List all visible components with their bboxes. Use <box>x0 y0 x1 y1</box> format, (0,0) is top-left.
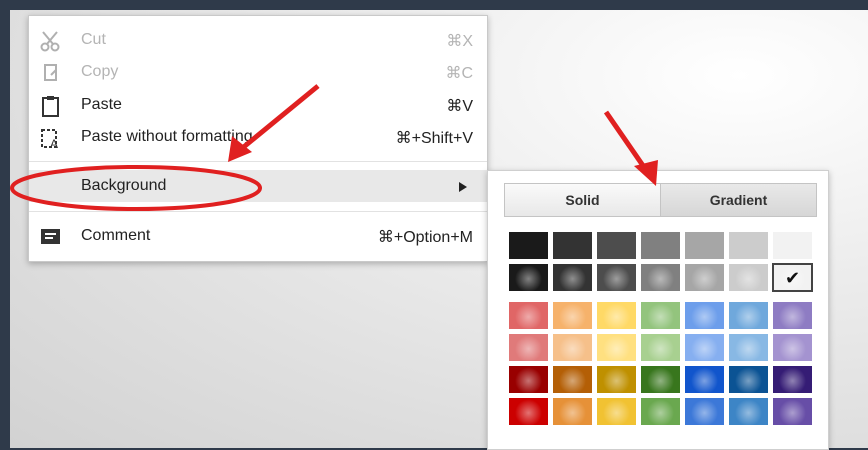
gray-swatch[interactable] <box>684 263 725 292</box>
gray-swatch[interactable] <box>684 231 725 260</box>
tab-solid[interactable]: Solid <box>504 183 661 217</box>
menu-item-cut[interactable]: Cut ⌘X <box>29 24 487 56</box>
color-swatch[interactable] <box>772 333 813 362</box>
color-swatch[interactable] <box>552 397 593 426</box>
color-swatch[interactable] <box>596 365 637 394</box>
color-swatch[interactable] <box>596 397 637 426</box>
menu-item-paste-without-formatting[interactable]: A Paste without formatting ⌘+Shift+V <box>29 121 487 153</box>
menu-divider <box>29 161 487 162</box>
tab-gradient[interactable]: Gradient <box>660 183 817 217</box>
paste-icon <box>39 95 63 117</box>
color-swatch[interactable] <box>772 301 813 330</box>
gray-swatch[interactable] <box>640 263 681 292</box>
gray-swatch[interactable] <box>552 231 593 260</box>
gray-swatch[interactable] <box>640 231 681 260</box>
scissors-icon <box>39 30 63 52</box>
color-swatch[interactable] <box>552 365 593 394</box>
color-swatch[interactable] <box>772 365 813 394</box>
gray-swatch[interactable] <box>596 263 637 292</box>
fill-type-tabs: Solid Gradient <box>504 183 818 217</box>
color-swatch[interactable] <box>728 365 769 394</box>
color-swatch[interactable] <box>640 365 681 394</box>
gray-swatch[interactable] <box>728 263 769 292</box>
color-swatch[interactable] <box>596 301 637 330</box>
background-color-panel: Solid Gradient ✔ <box>487 170 829 450</box>
color-swatch[interactable] <box>772 397 813 426</box>
color-swatch[interactable] <box>684 301 725 330</box>
color-swatch[interactable] <box>728 301 769 330</box>
shortcut-text: ⌘V <box>446 98 473 115</box>
color-swatch[interactable] <box>640 333 681 362</box>
shortcut-text: ⌘C <box>445 65 473 82</box>
menu-item-paste[interactable]: Paste ⌘V <box>29 89 487 121</box>
gray-swatch-selected[interactable]: ✔ <box>772 263 813 292</box>
color-swatch[interactable] <box>508 397 549 426</box>
comment-icon <box>39 226 63 248</box>
submenu-arrow-icon <box>459 182 467 192</box>
color-swatch[interactable] <box>684 333 725 362</box>
color-swatch[interactable] <box>728 397 769 426</box>
menu-item-label: Paste without formatting <box>81 128 253 145</box>
shortcut-text: ⌘+Option+M <box>377 229 473 246</box>
color-swatch[interactable] <box>728 333 769 362</box>
shortcut-text: ⌘X <box>446 33 473 50</box>
gray-swatch[interactable] <box>596 231 637 260</box>
color-swatch[interactable] <box>508 333 549 362</box>
paste-plain-icon: A <box>39 127 63 151</box>
menu-item-background[interactable]: Background <box>29 170 487 202</box>
color-swatch[interactable] <box>508 301 549 330</box>
gray-swatch[interactable] <box>772 231 813 260</box>
gray-swatch[interactable] <box>508 231 549 260</box>
color-swatch[interactable] <box>640 397 681 426</box>
color-swatch[interactable] <box>552 301 593 330</box>
menu-item-label: Background <box>81 177 167 194</box>
menu-item-label: Copy <box>81 63 119 80</box>
menu-item-comment[interactable]: Comment ⌘+Option+M <box>29 220 487 252</box>
color-swatch[interactable] <box>552 333 593 362</box>
shortcut-text: ⌘+Shift+V <box>395 130 473 147</box>
context-menu: Cut ⌘X Copy ⌘C Paste ⌘V A Paste without … <box>28 15 488 262</box>
color-swatch[interactable] <box>684 365 725 394</box>
gray-swatch[interactable] <box>508 263 549 292</box>
menu-item-label: Paste <box>81 96 122 113</box>
menu-item-label: Comment <box>81 227 151 244</box>
copy-icon <box>39 62 63 84</box>
color-swatch[interactable] <box>640 301 681 330</box>
gray-swatch[interactable] <box>728 231 769 260</box>
menu-divider <box>29 211 487 212</box>
checkmark-icon: ✔ <box>784 268 801 288</box>
gray-swatch[interactable] <box>552 263 593 292</box>
color-swatch[interactable] <box>596 333 637 362</box>
menu-item-label: Cut <box>81 31 106 48</box>
svg-text:A: A <box>50 137 58 149</box>
color-swatch[interactable] <box>684 397 725 426</box>
menu-item-copy[interactable]: Copy ⌘C <box>29 56 487 88</box>
color-swatch[interactable] <box>508 365 549 394</box>
